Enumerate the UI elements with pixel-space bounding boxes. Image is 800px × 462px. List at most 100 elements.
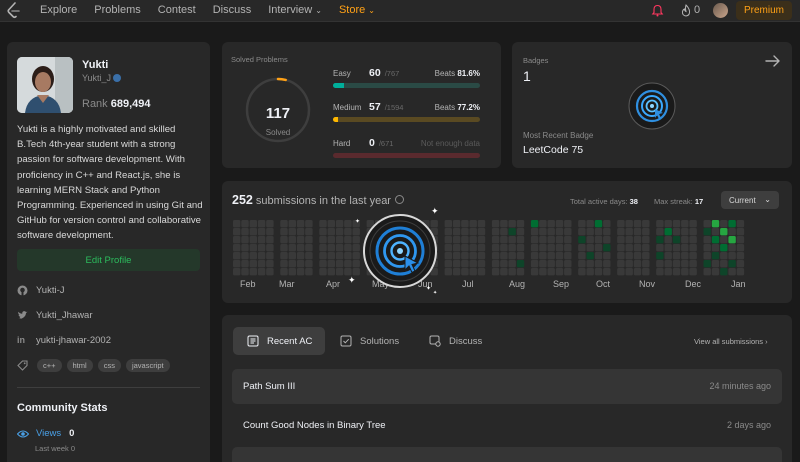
heatmap-day-cell[interactable] [728, 268, 736, 276]
heatmap-day-cell[interactable] [633, 236, 642, 244]
heatmap-day-cell[interactable] [564, 268, 572, 276]
heatmap-day-cell[interactable] [586, 220, 594, 228]
heatmap-day-cell[interactable] [530, 268, 539, 276]
heatmap-day-cell[interactable] [564, 252, 572, 260]
heatmap-day-cell[interactable] [257, 260, 266, 268]
heatmap-day-cell[interactable] [681, 252, 689, 260]
heatmap-day-cell[interactable] [539, 236, 547, 244]
tab-solutions[interactable]: Solutions [340, 327, 420, 355]
heatmap-day-cell[interactable] [241, 236, 249, 244]
heatmap-day-cell[interactable] [530, 220, 539, 228]
heatmap-day-cell[interactable] [656, 260, 664, 268]
heatmap-day-cell[interactable] [603, 236, 611, 244]
heatmap-day-cell[interactable] [720, 252, 728, 260]
heatmap-day-cell[interactable] [711, 236, 720, 244]
heatmap-day-cell[interactable] [280, 244, 288, 252]
heatmap-day-cell[interactable] [539, 244, 547, 252]
heatmap-day-cell[interactable] [296, 252, 305, 260]
heatmap-day-cell[interactable] [469, 268, 477, 276]
heatmap-day-cell[interactable] [656, 220, 664, 228]
heatmap-day-cell[interactable] [728, 228, 736, 236]
heatmap-day-cell[interactable] [547, 252, 555, 260]
heatmap-day-cell[interactable] [720, 220, 728, 228]
heatmap-day-cell[interactable] [736, 268, 745, 276]
heatmap-day-cell[interactable] [508, 252, 516, 260]
heatmap-day-cell[interactable] [689, 220, 697, 228]
heatmap-day-cell[interactable] [642, 244, 650, 252]
heatmap-day-cell[interactable] [461, 220, 469, 228]
heatmap-day-cell[interactable] [564, 260, 572, 268]
heatmap-day-cell[interactable] [266, 244, 274, 252]
heatmap-day-cell[interactable] [703, 236, 711, 244]
heatmap-day-cell[interactable] [578, 220, 586, 228]
heatmap-day-cell[interactable] [720, 260, 728, 268]
heatmap-day-cell[interactable] [266, 268, 274, 276]
heatmap-day-cell[interactable] [720, 236, 728, 244]
heatmap-day-cell[interactable] [249, 228, 257, 236]
heatmap-day-cell[interactable] [266, 236, 274, 244]
heatmap-day-cell[interactable] [319, 260, 327, 268]
heatmap-day-cell[interactable] [547, 268, 555, 276]
heatmap-day-cell[interactable] [296, 220, 305, 228]
heatmap-day-cell[interactable] [500, 220, 508, 228]
nav-discuss[interactable]: Discuss [213, 4, 252, 16]
heatmap-day-cell[interactable] [689, 228, 697, 236]
heatmap-day-cell[interactable] [736, 236, 745, 244]
heatmap-day-cell[interactable] [491, 244, 500, 252]
heatmap-day-cell[interactable] [625, 228, 633, 236]
heatmap-day-cell[interactable] [477, 268, 486, 276]
heatmap-day-cell[interactable] [720, 228, 728, 236]
heatmap-day-cell[interactable] [469, 252, 477, 260]
heatmap-day-cell[interactable] [664, 220, 672, 228]
avatar[interactable] [713, 3, 728, 18]
heatmap-day-cell[interactable] [586, 252, 594, 260]
heatmap-day-cell[interactable] [469, 236, 477, 244]
info-icon[interactable] [394, 195, 404, 204]
heatmap-day-cell[interactable] [664, 228, 672, 236]
heatmap-day-cell[interactable] [335, 228, 344, 236]
heatmap-day-cell[interactable] [461, 268, 469, 276]
heatmap-day-cell[interactable] [296, 236, 305, 244]
heatmap-day-cell[interactable] [617, 228, 625, 236]
heatmap-day-cell[interactable] [547, 260, 555, 268]
heatmap-day-cell[interactable] [500, 252, 508, 260]
heatmap-day-cell[interactable] [656, 228, 664, 236]
heatmap-day-cell[interactable] [564, 236, 572, 244]
heatmap-day-cell[interactable] [280, 220, 288, 228]
heatmap-day-cell[interactable] [305, 260, 313, 268]
linkedin-link[interactable]: in yukti-jhawar-2002 [17, 335, 111, 346]
heatmap-day-cell[interactable] [672, 228, 681, 236]
heatmap-day-cell[interactable] [516, 252, 525, 260]
twitter-link[interactable]: Yukti_Jhawar [17, 310, 93, 321]
heatmap-day-cell[interactable] [249, 260, 257, 268]
heatmap-day-cell[interactable] [319, 236, 327, 244]
heatmap-day-cell[interactable] [516, 244, 525, 252]
heatmap-day-cell[interactable] [249, 268, 257, 276]
heatmap-day-cell[interactable] [594, 228, 603, 236]
edit-profile-button[interactable]: Edit Profile [17, 249, 200, 271]
heatmap-day-cell[interactable] [461, 236, 469, 244]
heatmap-day-cell[interactable] [728, 236, 736, 244]
heatmap-day-cell[interactable] [555, 220, 564, 228]
heatmap-day-cell[interactable] [564, 220, 572, 228]
heatmap-day-cell[interactable] [736, 260, 745, 268]
heatmap-day-cell[interactable] [703, 268, 711, 276]
list-item[interactable]: Count Good Nodes in Binary Tree 2 days a… [232, 408, 782, 443]
heatmap-day-cell[interactable] [711, 220, 720, 228]
heatmap-day-cell[interactable] [469, 228, 477, 236]
heatmap-day-cell[interactable] [266, 252, 274, 260]
tab-discuss[interactable]: Discuss [429, 327, 499, 355]
heatmap-day-cell[interactable] [319, 252, 327, 260]
heatmap-day-cell[interactable] [539, 228, 547, 236]
list-item[interactable] [232, 447, 782, 462]
heatmap-day-cell[interactable] [327, 252, 335, 260]
heatmap-day-cell[interactable] [477, 244, 486, 252]
view-all-submissions-link[interactable]: View all submissions › [694, 337, 768, 346]
heatmap-day-cell[interactable] [344, 260, 352, 268]
heatmap-day-cell[interactable] [633, 244, 642, 252]
heatmap-day-cell[interactable] [491, 220, 500, 228]
heatmap-day-cell[interactable] [711, 228, 720, 236]
heatmap-day-cell[interactable] [335, 236, 344, 244]
heatmap-day-cell[interactable] [594, 260, 603, 268]
heatmap-day-cell[interactable] [305, 252, 313, 260]
